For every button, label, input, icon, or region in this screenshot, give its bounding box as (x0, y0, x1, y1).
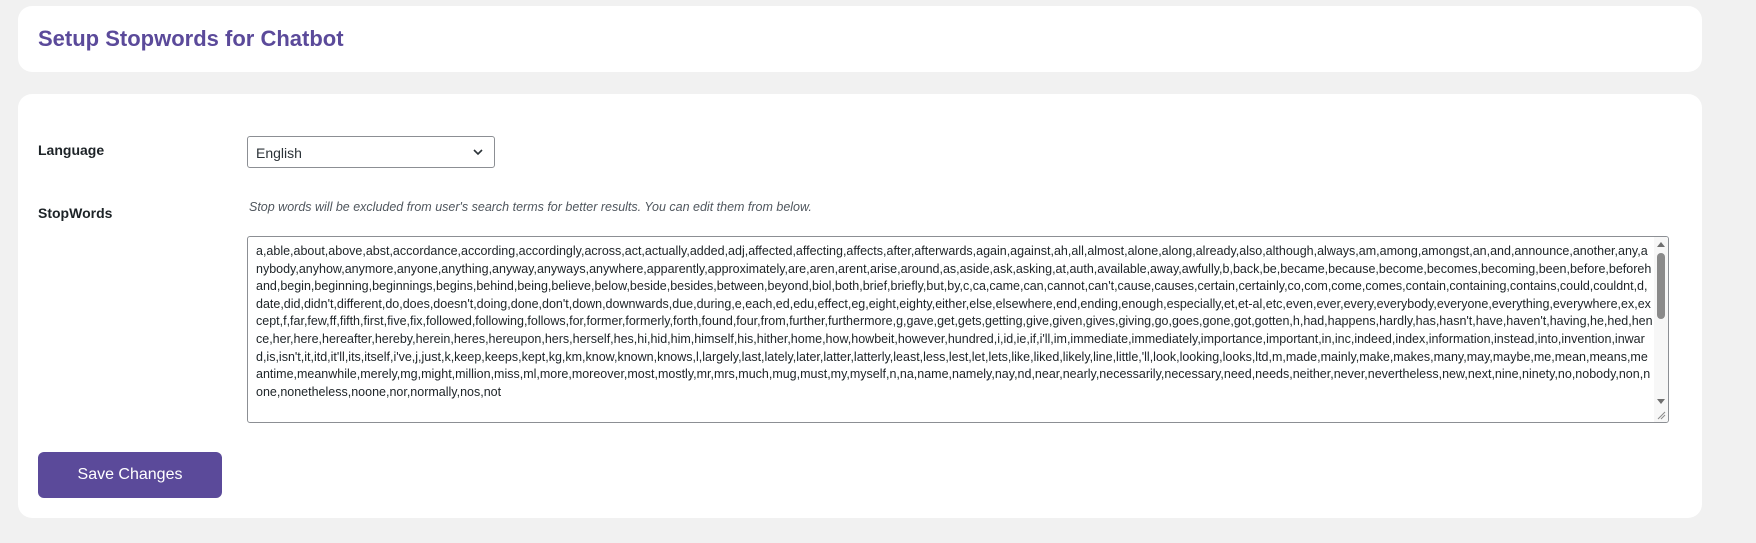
scroll-down-icon[interactable] (1657, 399, 1665, 404)
scroll-thumb[interactable] (1657, 253, 1665, 319)
page-title: Setup Stopwords for Chatbot (38, 26, 344, 51)
language-label: Language (38, 142, 105, 158)
settings-form: Language English StopWords Stop words wi… (18, 94, 1702, 518)
stopwords-label: StopWords (38, 205, 113, 221)
chevron-down-icon (473, 149, 483, 156)
textarea-scrollbar[interactable] (1654, 237, 1668, 422)
language-select-value: English (256, 145, 302, 161)
resize-handle-icon[interactable] (1656, 410, 1666, 420)
stopwords-text: a,able,about,above,abst,accordance,accor… (256, 244, 1653, 399)
stopwords-textarea[interactable]: a,able,about,above,abst,accordance,accor… (247, 236, 1669, 423)
stopwords-hint: Stop words will be excluded from user's … (249, 200, 812, 214)
page-header: Setup Stopwords for Chatbot (18, 6, 1702, 72)
scroll-up-icon[interactable] (1657, 242, 1665, 247)
save-changes-button[interactable]: Save Changes (38, 452, 222, 498)
language-select[interactable]: English (247, 136, 495, 168)
